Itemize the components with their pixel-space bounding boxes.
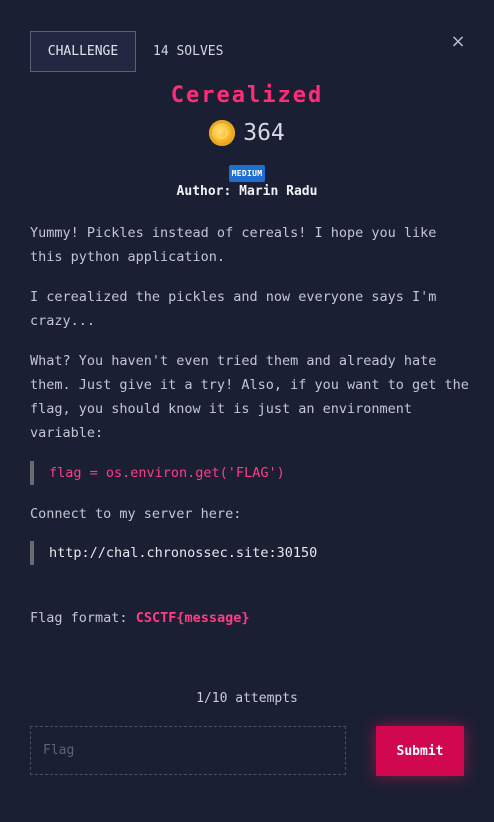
flag-input[interactable]: [30, 726, 346, 775]
points-display: 364: [0, 117, 494, 149]
difficulty-row: MEDIUM: [0, 161, 494, 182]
tab-solves[interactable]: 14 SOLVES: [153, 31, 223, 72]
flag-format-line: Flag format: CSCTF{message}: [30, 606, 249, 630]
points-value: 364: [243, 120, 285, 146]
description-paragraph-1: Yummy! Pickles instead of cereals! I hop…: [30, 225, 437, 265]
description-paragraph-3: What? You haven't even tried them and al…: [30, 353, 469, 441]
close-icon[interactable]: ×: [450, 32, 466, 52]
code-block-server-url: http://chal.chronossec.site:30150: [30, 541, 317, 565]
attempts-counter: 1/10 attempts: [196, 691, 298, 706]
challenge-title: Cerealized: [170, 83, 324, 108]
challenge-modal: CHALLENGE 14 SOLVES × Cerealized 364 MED…: [0, 0, 494, 822]
author-line: Author: Marin Radu: [176, 184, 318, 199]
tab-challenge[interactable]: CHALLENGE: [30, 31, 136, 72]
description-paragraph-4: Connect to my server here:: [30, 506, 242, 522]
description-paragraph-2: I cerealized the pickles and now everyon…: [30, 289, 437, 329]
flag-format-value: CSCTF{message}: [135, 610, 250, 626]
difficulty-badge: MEDIUM: [228, 165, 266, 182]
flag-format-label: Flag format:: [30, 610, 128, 626]
coin-icon: [209, 120, 236, 146]
code-block-flag: flag = os.environ.get('FLAG'): [30, 461, 285, 485]
submit-button[interactable]: Submit: [376, 726, 464, 776]
